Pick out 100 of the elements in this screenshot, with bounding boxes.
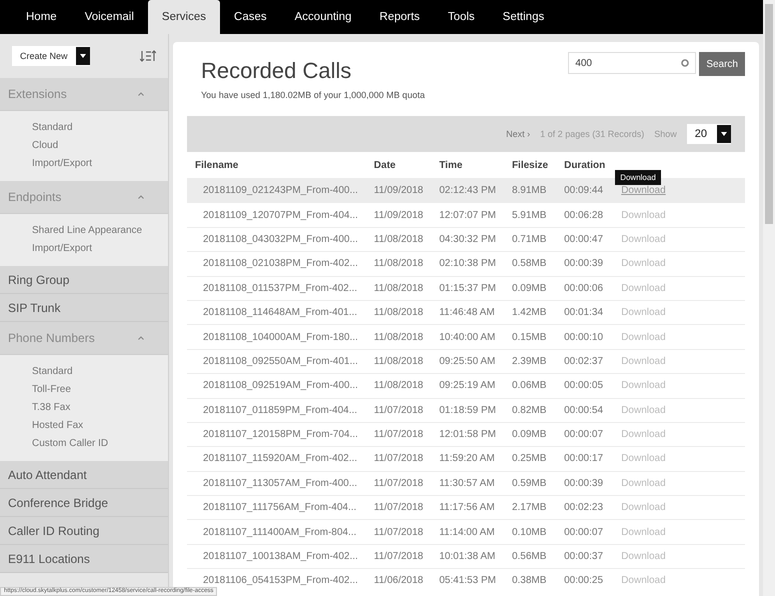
date-cell: 11/08/2018 [366,374,432,398]
filename-cell: 20181107_111756AM_From-404... [187,496,366,520]
sidebar-item[interactable]: Ring Group [0,266,168,294]
duration-cell: 00:00:06 [556,276,614,300]
sidebar-link[interactable]: Shared Line Appearance [32,222,168,240]
sidebar-item[interactable]: Conference Bridge [0,489,168,517]
duration-cell: 00:00:05 [556,374,614,398]
sidebar-item[interactable]: Caller ID Routing [0,517,168,545]
sort-icon[interactable] [140,50,156,62]
create-new-dropdown[interactable]: Create New [12,46,90,66]
search-field[interactable]: 400 [568,52,696,74]
download-link[interactable]: Download [621,575,666,586]
time-cell: 11:17:56 AM [431,496,504,520]
date-cell: 11/09/2018 [366,178,432,203]
filesize-cell: 8.91MB [504,178,556,203]
filename-cell: 20181108_092519AM_From-400... [187,374,366,398]
download-link[interactable]: Download [621,404,666,416]
filesize-cell: 2.39MB [504,349,556,374]
scrollbar-thumb[interactable] [765,4,773,224]
filename-cell: 20181108_011537PM_From-402... [187,276,366,300]
sidebar-link[interactable]: Import/Export [32,240,168,258]
column-header: Duration [564,160,606,171]
column-header: Filename [195,160,238,171]
download-link[interactable]: Download [621,551,666,562]
duration-cell: 00:00:54 [556,398,614,422]
filename-cell: 20181107_120158PM_From-704... [187,422,366,447]
quota-text: You have used 1,180.02MB of your 1,000,000 MB quota [201,90,426,100]
sidebar-group-header[interactable]: Extensions [0,78,168,111]
duration-cell: 00:00:39 [556,252,614,276]
download-link[interactable]: Download [621,307,666,318]
duration-cell: 00:00:39 [556,471,614,496]
search-button[interactable]: Search [699,52,745,76]
filesize-cell: 0.09MB [504,422,556,447]
filename-cell: 20181108_104000AM_From-180... [187,324,366,350]
time-cell: 04:30:32 PM [431,227,504,252]
filesize-cell: 0.58MB [504,252,556,276]
filesize-cell: 0.71MB [504,227,556,252]
column-header: Date [374,160,396,171]
download-link[interactable]: Download [621,380,666,392]
download-link[interactable]: Download [621,210,666,221]
download-link[interactable]: Download [621,234,666,245]
filename-cell: 20181107_111400AM_From-804... [187,520,366,544]
download-link[interactable]: Download [621,453,666,464]
sidebar-group-header[interactable]: Phone Numbers [0,322,168,355]
page-size-dropdown[interactable]: 20 [686,124,731,144]
sidebar-item[interactable]: SIP Trunk [0,294,168,322]
show-label: Show [654,129,677,139]
download-link[interactable]: Download [621,258,666,270]
page-info: 1 of 2 pages (31 Records) [540,129,644,139]
sidebar-group-header[interactable]: Endpoints [0,181,168,214]
sidebar-link[interactable]: Import/Export [32,155,168,173]
duration-cell: 00:00:47 [556,227,614,252]
download-link[interactable]: Download [621,356,666,367]
sidebar-link[interactable]: Toll-Free [32,381,168,399]
sidebar-link[interactable]: Standard [32,363,168,381]
sidebar-link[interactable]: Standard [32,119,168,137]
time-cell: 12:01:58 PM [431,422,504,447]
filesize-cell: 0.82MB [504,398,556,422]
filesize-cell: 5.91MB [504,202,556,228]
sidebar-link[interactable]: Hosted Fax [32,417,168,435]
filesize-cell: 0.38MB [504,568,556,593]
duration-cell: 00:00:10 [556,324,614,350]
duration-cell: 00:09:44 [556,178,614,203]
download-link[interactable]: Download [621,429,666,440]
date-cell: 11/08/2018 [366,349,432,374]
download-link[interactable]: Download [621,282,666,294]
download-link[interactable]: Download [621,526,666,538]
nav-tab[interactable]: Services [148,0,220,34]
date-cell: 11/08/2018 [366,324,432,350]
date-cell: 11/08/2018 [366,276,432,300]
time-cell: 01:15:37 PM [431,276,504,300]
scrollbar[interactable] [763,0,775,596]
filename-cell: 20181108_092550AM_From-401... [187,349,366,374]
download-link[interactable]: Download [621,478,666,489]
filename-cell: 20181109_120707PM_From-404... [187,202,366,228]
download-link[interactable]: Download [621,185,666,196]
duration-cell: 00:00:25 [556,568,614,593]
clear-icon[interactable] [681,59,690,67]
time-cell: 09:25:19 AM [431,374,504,398]
duration-cell: 00:00:17 [556,446,614,472]
sidebar-link[interactable]: Custom Caller ID [32,435,168,453]
date-cell: 11/06/2018 [366,568,432,593]
page-title: Recorded Calls [201,58,352,84]
filename-cell: 20181107_100138AM_From-402... [187,544,366,569]
download-link[interactable]: Download [621,332,666,343]
download-link[interactable]: Download [621,502,666,514]
date-cell: 11/07/2018 [366,520,432,544]
filesize-cell: 0.15MB [504,324,556,350]
sidebar-link[interactable]: Cloud [32,137,168,155]
sidebar-item[interactable]: Auto Attendant [0,461,168,489]
date-cell: 11/07/2018 [366,471,432,496]
duration-cell: 00:02:37 [556,349,614,374]
sidebar-link[interactable]: T.38 Fax [32,399,168,417]
filename-cell: 20181107_113057AM_From-400... [187,471,366,496]
date-cell: 11/07/2018 [366,544,432,569]
duration-cell: 00:01:34 [556,300,614,325]
duration-cell: 00:02:23 [556,496,614,520]
sidebar-item[interactable]: E911 Locations [0,545,168,573]
next-link[interactable]: Next › [506,129,530,139]
time-cell: 09:25:50 AM [431,349,504,374]
